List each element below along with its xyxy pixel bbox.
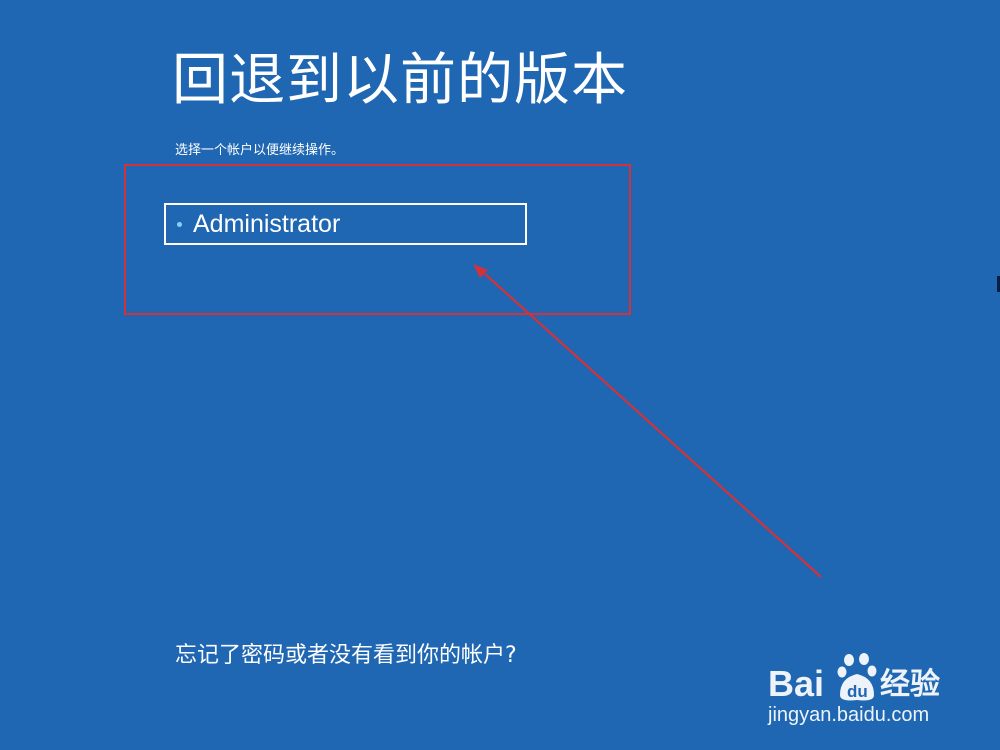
svg-text:经验: 经验 <box>880 667 940 702</box>
svg-text:Bai: Bai <box>768 663 824 704</box>
forgot-password-link[interactable]: 忘记了密码或者没有看到你的帐户? <box>175 640 517 672</box>
annotation-arrow-line <box>484 273 822 578</box>
baidu-jingyan-logo: Bai du 经验 <box>768 653 940 704</box>
page-subtitle: 选择一个帐户以便继续操作。 <box>175 143 345 158</box>
svg-text:du: du <box>847 682 868 701</box>
account-bullet-icon <box>177 221 182 227</box>
account-name: Administrator <box>193 210 341 238</box>
baidu-jingyan-url: jingyan.baidu.com <box>768 704 930 726</box>
account-item-administrator[interactable]: Administrator <box>164 203 527 245</box>
page-title: 回退到以前的版本 <box>172 48 628 113</box>
baidu-jingyan-watermark: Bai du 经验 jingyan.baidu.com <box>766 640 966 730</box>
